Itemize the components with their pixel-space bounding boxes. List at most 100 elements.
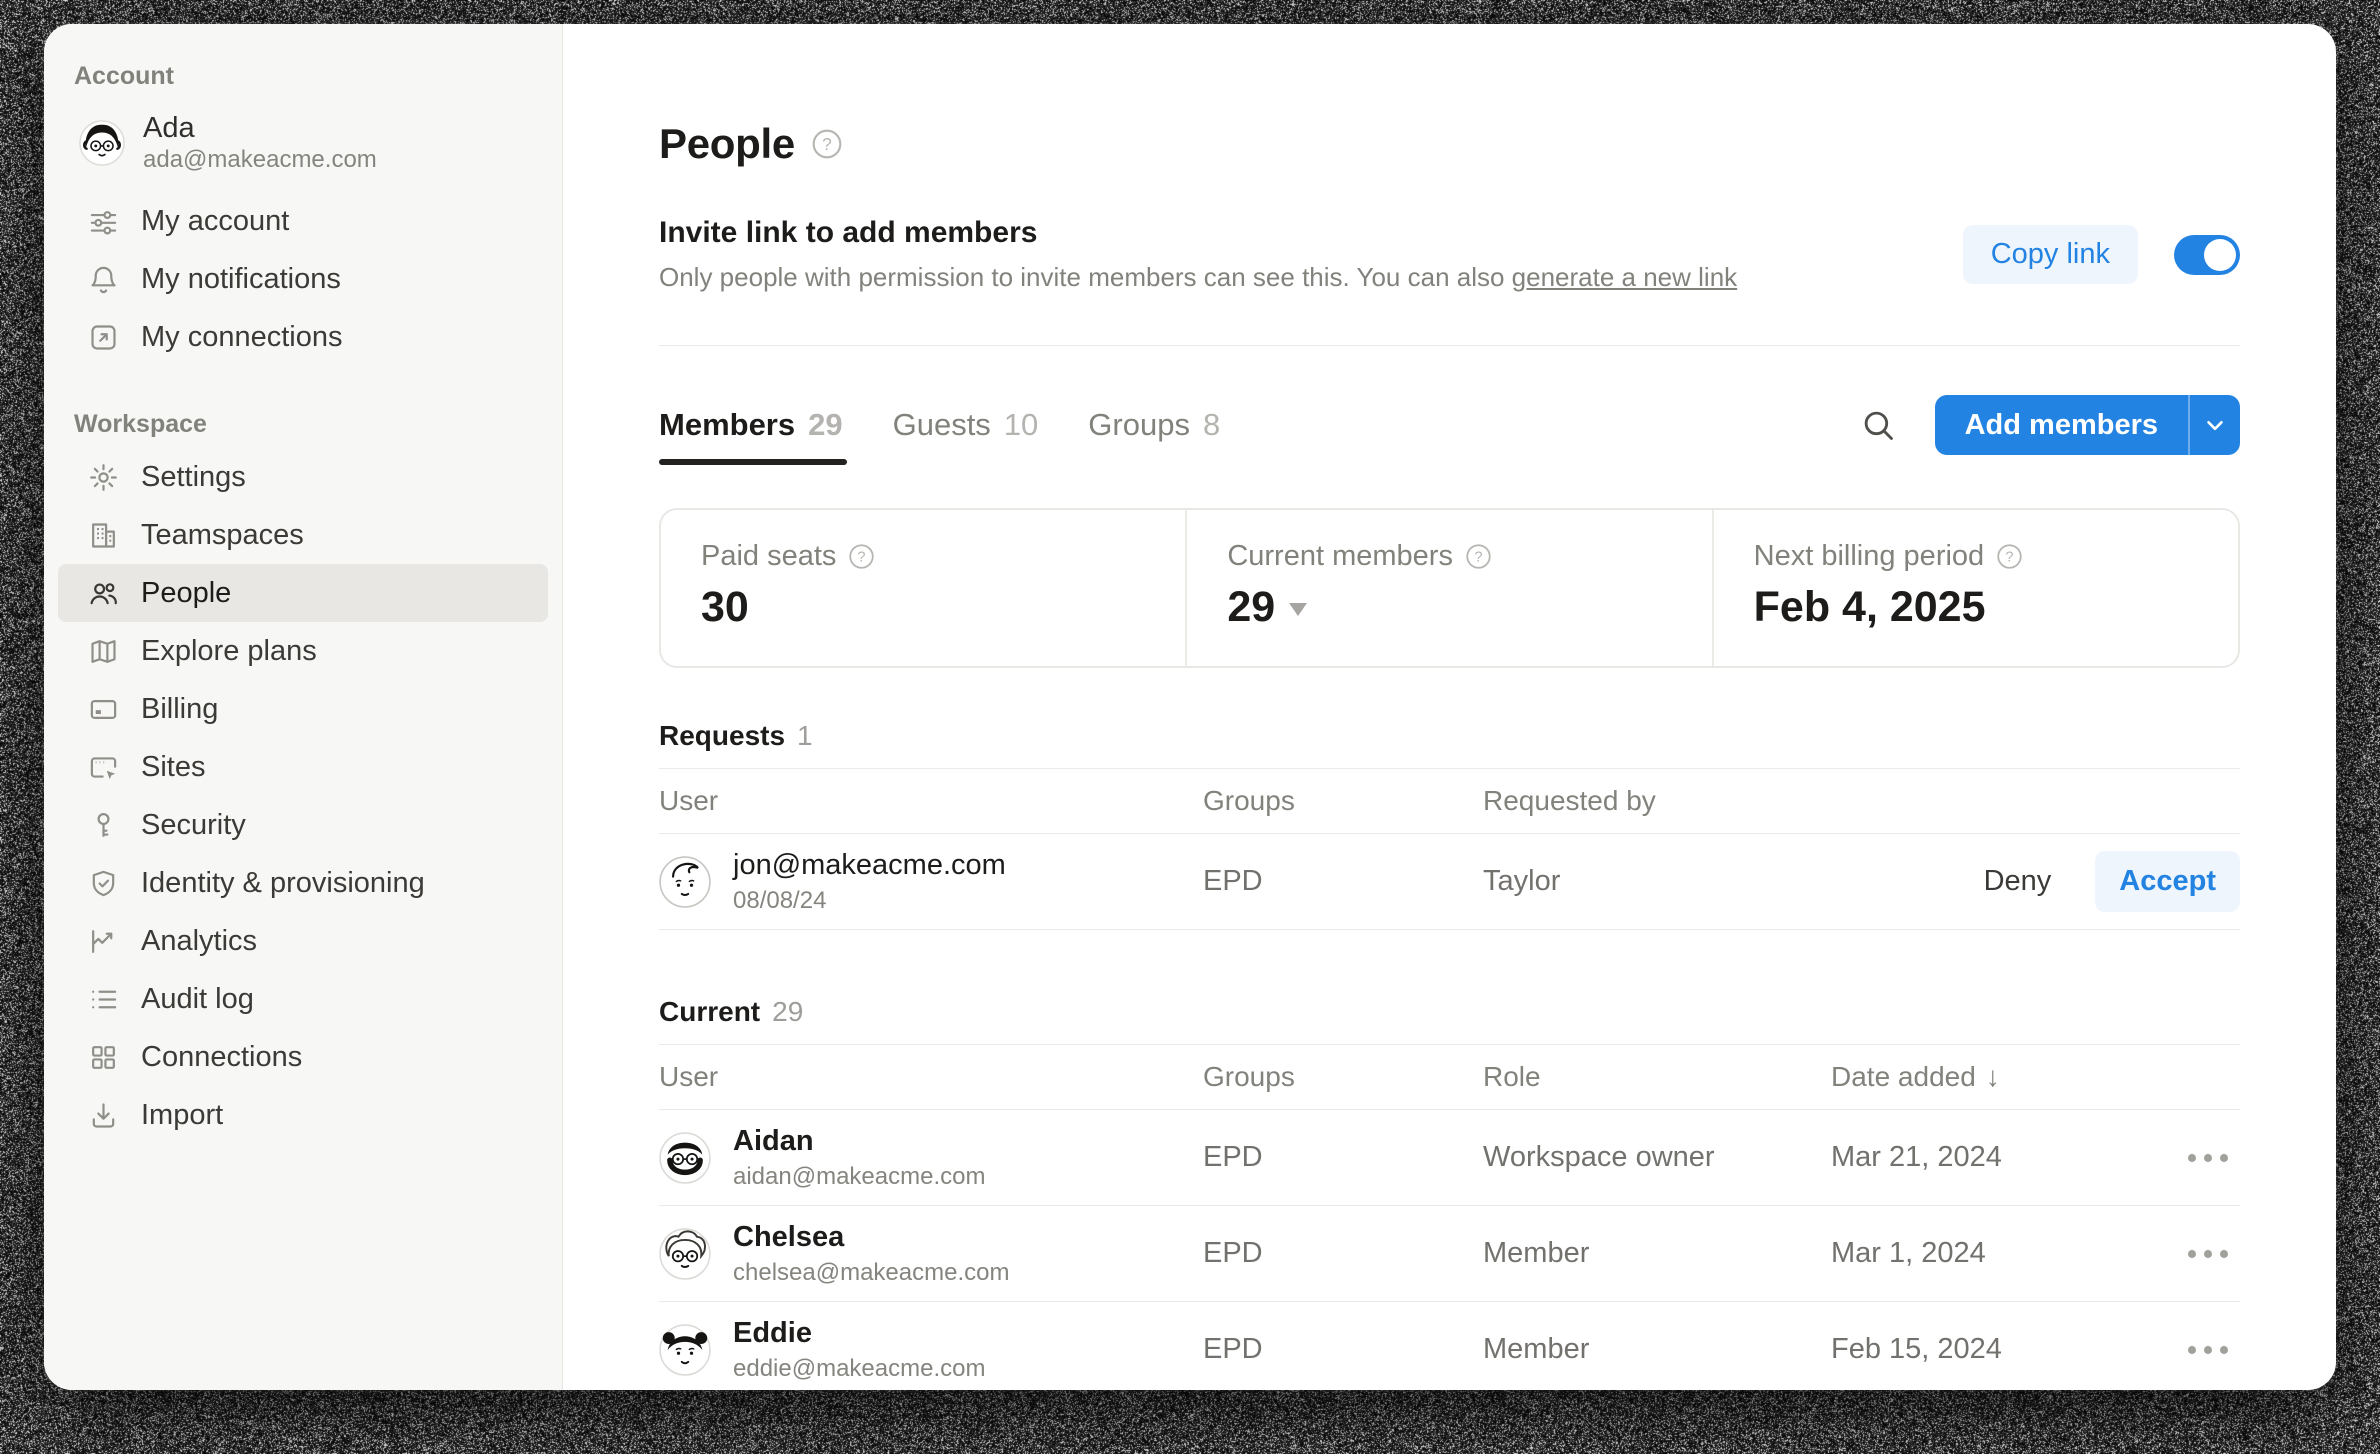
row-menu-button[interactable] (2182, 1148, 2234, 1168)
stat-label-text: Next billing period (1754, 540, 1985, 573)
generate-new-link[interactable]: generate a new link (1512, 262, 1737, 292)
sidebar-item-people[interactable]: People (58, 564, 548, 622)
chevron-down-icon (2202, 412, 2228, 438)
sidebar-item-billing[interactable]: Billing (58, 680, 548, 738)
row-menu-button[interactable] (2182, 1244, 2234, 1264)
member-user-cell: Eddie eddie@makeacme.com (659, 1316, 1203, 1383)
help-icon[interactable]: ? (1465, 543, 1492, 570)
svg-text:?: ? (1474, 550, 1482, 566)
sidebar-item-security[interactable]: Security (58, 796, 548, 854)
sidebar-item-my-account[interactable]: My account (58, 192, 548, 250)
request-row: jon@makeacme.com 08/08/24 EPD Taylor Den… (659, 834, 2240, 930)
add-members-split-button: Add members (1935, 395, 2240, 455)
requests-table-header: User Groups Requested by (659, 768, 2240, 834)
page-title: People (659, 120, 795, 168)
add-members-button[interactable]: Add members (1935, 395, 2188, 455)
key-icon (88, 810, 119, 841)
svg-text:?: ? (822, 134, 832, 154)
copy-link-button[interactable]: Copy link (1963, 225, 2138, 284)
requests-table: User Groups Requested by jon@makeacme.co… (659, 768, 2240, 930)
tab-actions: Add members (1859, 395, 2240, 455)
toggle-knob (2204, 239, 2236, 271)
credit-card-icon (88, 694, 119, 725)
sidebar-item-my-connections[interactable]: My connections (58, 308, 548, 366)
sidebar-item-explore-plans[interactable]: Explore plans (58, 622, 548, 680)
member-date: Mar 21, 2024 (1831, 1141, 2002, 1174)
avatar-eddie (659, 1324, 711, 1376)
browser-icon (88, 752, 119, 783)
sidebar-item-teamspaces[interactable]: Teamspaces (58, 506, 548, 564)
search-icon (1859, 406, 1897, 444)
member-role: Member (1483, 1237, 1831, 1270)
requests-heading-text: Requests (659, 720, 785, 751)
sidebar-item-connections[interactable]: Connections (58, 1028, 548, 1086)
help-icon[interactable]: ? (1996, 543, 2023, 570)
sidebar-item-analytics[interactable]: Analytics (58, 912, 548, 970)
tab-label: Members (659, 407, 795, 443)
stat-paid-seats: Paid seats ? 30 (661, 510, 1185, 666)
building-icon (88, 520, 119, 551)
sidebar-item-label: Identity & provisioning (141, 867, 425, 900)
section-divider (659, 345, 2240, 346)
invite-link-text: Invite link to add members Only people w… (659, 216, 1737, 293)
tab-groups[interactable]: Groups 8 (1088, 407, 1220, 443)
member-row-chelsea: Chelsea chelsea@makeacme.com EPD Member … (659, 1206, 2240, 1302)
sidebar-item-my-notifications[interactable]: My notifications (58, 250, 548, 308)
current-heading-text: Current (659, 996, 760, 1027)
stat-value: 30 (701, 583, 1145, 632)
invite-link-toggle[interactable] (2174, 235, 2240, 275)
bell-icon (88, 264, 119, 295)
member-row-eddie: Eddie eddie@makeacme.com EPD Member Feb … (659, 1302, 2240, 1390)
stat-next-billing: Next billing period ? Feb 4, 2025 (1712, 510, 2238, 666)
tab-label: Guests (893, 407, 991, 443)
sidebar-item-sites[interactable]: Sites (58, 738, 548, 796)
svg-text:?: ? (2006, 550, 2014, 566)
deny-button[interactable]: Deny (1984, 865, 2052, 898)
sidebar-item-identity-provisioning[interactable]: Identity & provisioning (58, 854, 548, 912)
request-groups: EPD (1203, 865, 1483, 898)
stat-value-dropdown[interactable]: 29 (1227, 583, 1671, 632)
request-user-email: jon@makeacme.com (733, 848, 1006, 882)
account-nav: My account My notifications My connectio… (44, 192, 562, 366)
member-role: Workspace owner (1483, 1141, 1831, 1174)
sort-descending-icon: ↓ (1986, 1061, 2000, 1093)
sidebar-item-settings[interactable]: Settings (58, 448, 548, 506)
avatar-chelsea (659, 1228, 711, 1280)
current-heading: Current 29 (659, 996, 2240, 1028)
sidebar-user-email: ada@makeacme.com (143, 145, 377, 174)
help-icon[interactable]: ? (848, 543, 875, 570)
help-icon[interactable]: ? (811, 128, 843, 160)
member-role: Member (1483, 1333, 1831, 1366)
search-button[interactable] (1859, 406, 1897, 444)
invite-actions: Copy link (1963, 225, 2240, 284)
sidebar-user[interactable]: Ada ada@makeacme.com (58, 104, 548, 182)
member-meta: Eddie eddie@makeacme.com (733, 1316, 985, 1383)
sidebar-item-label: My notifications (141, 263, 341, 296)
member-meta: Chelsea chelsea@makeacme.com (733, 1220, 1009, 1287)
member-date-cell: Mar 21, 2024 (1831, 1141, 2240, 1174)
sidebar-item-audit-log[interactable]: Audit log (58, 970, 548, 1028)
stat-label: Next billing period ? (1754, 540, 2198, 573)
invite-description: Only people with permission to invite me… (659, 262, 1737, 293)
tab-members[interactable]: Members 29 (659, 407, 843, 443)
stat-label-text: Paid seats (701, 540, 836, 573)
column-header-date-added[interactable]: Date added ↓ (1831, 1061, 2240, 1093)
add-members-dropdown[interactable] (2188, 395, 2240, 455)
sliders-icon (88, 206, 119, 237)
accept-button[interactable]: Accept (2095, 851, 2240, 912)
sidebar-item-label: Audit log (141, 983, 254, 1016)
people-icon (88, 578, 119, 609)
member-tabs: Members 29 Guests 10 Groups 8 (659, 407, 1220, 443)
stat-value: Feb 4, 2025 (1754, 583, 2198, 632)
current-table-header: User Groups Role Date added ↓ (659, 1044, 2240, 1110)
tab-label: Groups (1088, 407, 1190, 443)
sidebar-item-label: People (141, 577, 231, 610)
avatar-ada (79, 120, 125, 166)
tab-guests[interactable]: Guests 10 (893, 407, 1039, 443)
sidebar-item-label: Connections (141, 1041, 302, 1074)
sidebar-item-import[interactable]: Import (58, 1086, 548, 1144)
row-menu-button[interactable] (2182, 1340, 2234, 1360)
member-groups: EPD (1203, 1333, 1483, 1366)
stat-value-text: 29 (1227, 583, 1275, 632)
workspace-nav: Settings Teamspaces People Explore plans… (44, 448, 562, 1144)
